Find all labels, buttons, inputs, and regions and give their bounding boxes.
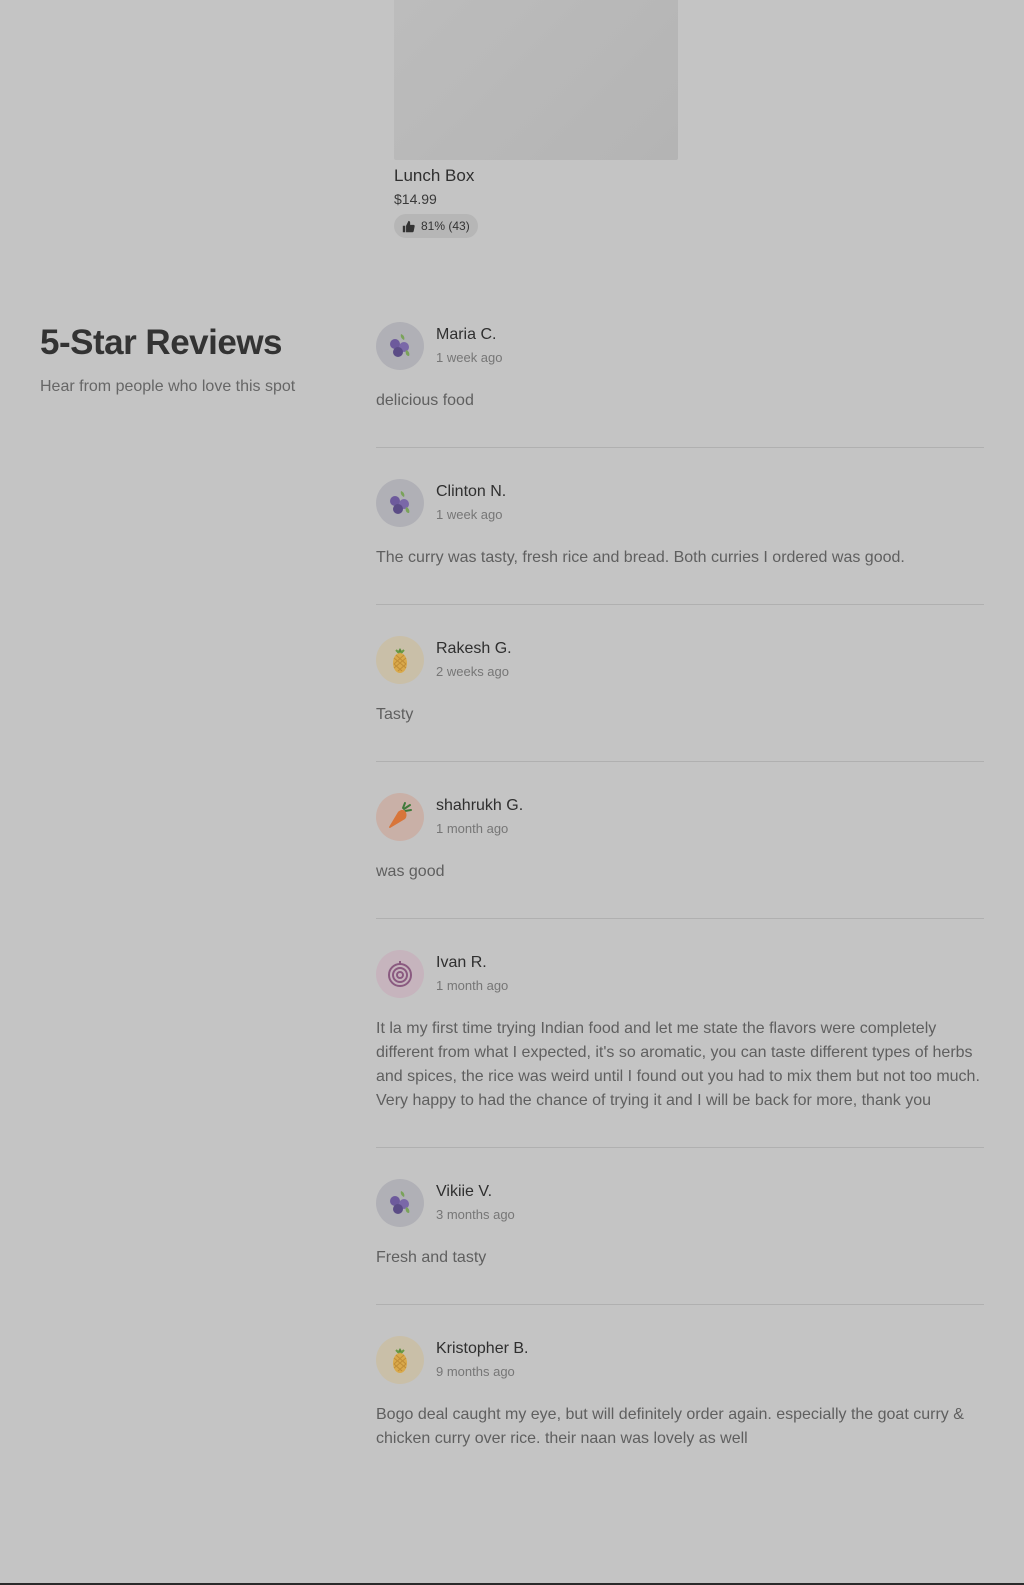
pineapple-icon <box>376 1336 424 1384</box>
reviewer-name: Maria C. <box>436 326 497 343</box>
product-rating-text: 81% (43) <box>421 219 470 233</box>
review-item: shahrukh G. 1 month ago was good <box>376 793 984 919</box>
blueberry-icon <box>376 479 424 527</box>
review-date: 1 week ago <box>436 350 503 365</box>
review-text: Bogo deal caught my eye, but will defini… <box>376 1406 964 1447</box>
reviews-title: 5-Star Reviews <box>40 323 283 362</box>
review-text: Fresh and tasty <box>376 1249 487 1266</box>
thumbs-up-icon <box>402 220 415 233</box>
reviewer-name: Kristopher B. <box>436 1340 529 1357</box>
product-name[interactable]: Lunch Box <box>394 164 678 188</box>
blueberry-icon <box>376 1179 424 1227</box>
product-rating-badge: 81% (43) <box>394 214 478 238</box>
review-item: Maria C. 1 week ago delicious food <box>376 322 984 448</box>
review-date: 1 month ago <box>436 821 509 836</box>
carrot-icon <box>376 793 424 841</box>
review-item: Rakesh G. 2 weeks ago Tasty <box>376 636 984 762</box>
product-price: $14.99 <box>394 191 437 207</box>
review-item: Ivan R. 1 month ago It la my first time … <box>376 950 984 1148</box>
review-text: delicious food <box>376 392 474 409</box>
review-date: 3 months ago <box>436 1207 515 1222</box>
product-image[interactable] <box>394 0 678 160</box>
review-item: Vikiie V. 3 months ago Fresh and tasty <box>376 1179 984 1305</box>
review-item: Clinton N. 1 week ago The curry was tast… <box>376 479 984 605</box>
blueberry-icon <box>376 322 424 370</box>
review-text: Tasty <box>376 706 414 723</box>
review-date: 1 week ago <box>436 507 503 522</box>
review-date: 1 month ago <box>436 978 509 993</box>
review-list: Maria C. 1 week ago delicious food Clint… <box>376 322 984 1516</box>
reviews-heading: 5-Star Reviews Hear from people who love… <box>40 320 340 398</box>
onion-icon <box>376 950 424 998</box>
product-card[interactable]: Lunch Box $14.99 81% (43) <box>394 0 678 238</box>
reviews-subtitle: Hear from people who love this spot <box>40 378 296 395</box>
review-text: The curry was tasty, fresh rice and brea… <box>376 549 905 566</box>
reviewer-name: Vikiie V. <box>436 1183 493 1200</box>
review-date: 2 weeks ago <box>436 664 509 679</box>
reviewer-name: shahrukh G. <box>436 797 524 814</box>
review-text: was good <box>376 863 445 880</box>
reviewer-name: Clinton N. <box>436 483 507 500</box>
pineapple-icon <box>376 636 424 684</box>
review-item: Kristopher B. 9 months ago Bogo deal cau… <box>376 1336 984 1485</box>
review-date: 9 months ago <box>436 1364 515 1379</box>
reviewer-name: Ivan R. <box>436 954 487 971</box>
reviewer-name: Rakesh G. <box>436 640 512 657</box>
review-text: It la my first time trying Indian food a… <box>376 1020 980 1109</box>
